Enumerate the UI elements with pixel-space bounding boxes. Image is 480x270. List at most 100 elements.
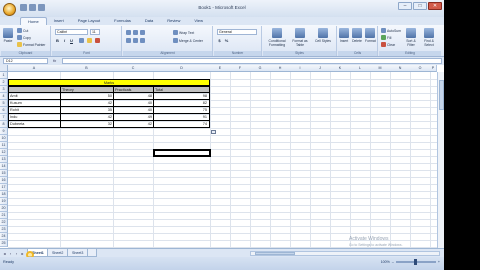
spreadsheet-grid[interactable]: ABCDEFGHIJKLMNOP 1 2 3 4 5 6 7 8 9 10 11 12 13 14 15 16… [0,65,444,248]
cell-practicals[interactable]: 42 [113,121,154,128]
cell-practicals[interactable]: 49 [113,114,154,121]
tab-page-layout[interactable]: Page Layout [71,17,107,25]
row-header[interactable]: 6 [0,107,8,114]
close-button[interactable]: ✕ [428,2,442,10]
prev-sheet-button[interactable]: ‹ [8,251,13,256]
row-header[interactable]: 9 [0,128,8,135]
row-header[interactable]: 10 [0,135,8,142]
bold-button[interactable]: B [55,38,60,43]
zoom-slider[interactable] [395,259,436,265]
format-as-table-button[interactable]: Format as Table [290,28,310,47]
cell-theory[interactable]: 42 [60,114,114,121]
horizontal-scrollbar-thumb[interactable] [255,252,295,255]
borders-icon[interactable] [79,38,84,43]
vertical-scrollbar[interactable] [437,72,444,248]
column-header[interactable]: D [153,65,211,72]
format-painter-button[interactable]: Format Painter [17,42,45,47]
row-header[interactable]: 4 [0,93,8,100]
fx-icon[interactable]: fx [53,58,56,63]
row-header[interactable]: 18 [0,191,8,198]
number-format-select[interactable]: General [217,29,257,35]
font-name-select[interactable]: Calibri [55,29,88,35]
column-header[interactable]: J [310,65,331,72]
format-cells-button[interactable]: Format [365,28,376,43]
row-header[interactable]: 5 [0,100,8,107]
column-header[interactable]: A [8,65,61,72]
next-sheet-button[interactable]: › [14,251,19,256]
font-color-icon[interactable] [95,38,100,43]
row-header[interactable]: 13 [0,156,8,163]
row-header[interactable]: 14 [0,163,8,170]
find-select-button[interactable]: Find & Select [421,28,437,47]
fill-color-icon[interactable] [87,38,92,43]
paste-button[interactable]: Paste [3,28,13,43]
minimize-button[interactable]: – [398,2,412,10]
row-header[interactable]: 17 [0,184,8,191]
cell-total[interactable]: 98 [153,93,210,100]
name-box[interactable]: D12 [3,58,48,64]
row-header[interactable]: 19 [0,198,8,205]
row-header[interactable]: 15 [0,170,8,177]
column-header[interactable]: O [410,65,431,72]
italic-button[interactable]: I [62,38,67,43]
header-cell-a3[interactable] [8,86,61,93]
tab-formulas[interactable]: Formulas [107,17,138,25]
row-header[interactable]: 2 [0,79,8,86]
column-header[interactable]: H [270,65,291,72]
column-header[interactable]: B [60,65,114,72]
zoom-slider-knob[interactable] [413,259,417,265]
cell-total[interactable]: 74 [153,121,210,128]
last-sheet-button[interactable]: ▸ [20,251,25,256]
zoom-level[interactable]: 100% [381,260,390,264]
cell-total[interactable]: 91 [153,114,210,121]
cut-button[interactable]: Cut [17,28,28,33]
zoom-out-button[interactable]: – [392,260,394,264]
autosum-button[interactable]: AutoSum [381,28,401,33]
column-header[interactable]: N [390,65,411,72]
header-cell-practicals[interactable]: Practicals [113,86,154,93]
row-header[interactable]: 1 [0,72,8,79]
row-header[interactable]: 11 [0,142,8,149]
conditional-formatting-button[interactable]: Conditional Formatting [266,28,288,47]
column-header[interactable]: I [290,65,311,72]
vertical-scrollbar-thumb[interactable] [439,80,444,110]
row-header[interactable]: 8 [0,121,8,128]
tab-view[interactable]: View [187,17,210,25]
merge-center-button[interactable]: Merge & Center [173,38,203,43]
align-top-icon[interactable] [126,30,131,35]
row-header[interactable]: 25 [0,240,8,247]
tab-review[interactable]: Review [160,17,187,25]
insert-cells-button[interactable]: Insert [339,28,349,43]
row-header[interactable]: 3 [0,86,8,93]
row-header[interactable]: 21 [0,212,8,219]
marks-title-cell[interactable]: Marks [8,79,210,86]
formula-input[interactable] [62,58,442,64]
tab-insert[interactable]: Insert [47,17,71,25]
row-header[interactable]: 23 [0,226,8,233]
row-header[interactable]: 24 [0,233,8,240]
row-header[interactable]: 22 [0,219,8,226]
copy-button[interactable]: Copy [17,35,31,40]
sort-filter-button[interactable]: Sort & Filter [403,28,419,47]
clear-button[interactable]: Clear [381,42,395,47]
tab-home[interactable]: Home [20,17,47,25]
cell-name[interactable]: Dubeeta [8,121,61,128]
active-cell-d12[interactable] [153,149,211,157]
underline-button[interactable]: U [69,38,74,43]
first-sheet-button[interactable]: ◂ [2,251,7,256]
column-header[interactable]: L [350,65,371,72]
wrap-text-button[interactable]: Wrap Text [173,30,194,35]
cell-name[interactable]: Indu [8,114,61,121]
align-center-icon[interactable] [133,38,138,43]
align-left-icon[interactable] [126,38,131,43]
sheet-tab-sheet2[interactable]: Sheet2 [47,249,69,257]
cell-name[interactable]: Amit [8,93,61,100]
percent-button[interactable]: % [224,38,229,43]
tab-data[interactable]: Data [138,17,160,25]
sheet-tab-sheet3[interactable]: Sheet3 [67,249,89,257]
column-header[interactable]: M [370,65,391,72]
cell-name[interactable]: Rohit [8,107,61,114]
column-header[interactable]: G [250,65,271,72]
zoom-in-button[interactable]: + [438,260,440,264]
align-middle-icon[interactable] [133,30,138,35]
